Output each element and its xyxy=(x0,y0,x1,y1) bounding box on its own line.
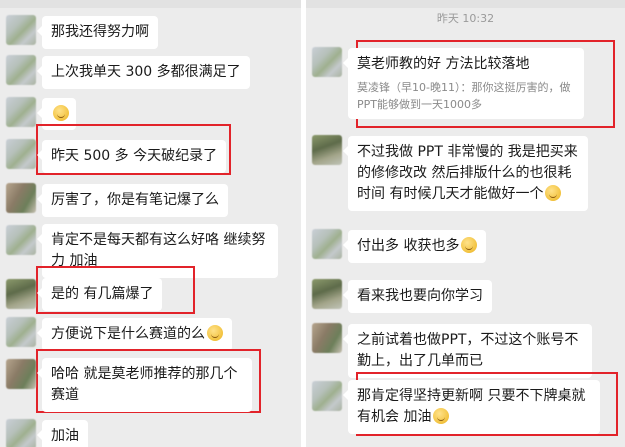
message-bubble[interactable]: 加油 xyxy=(37,420,88,447)
message-bubble[interactable]: 之前试着也做PPT，不过这个账号不勤上，出了几单而已 xyxy=(343,324,592,378)
avatar[interactable] xyxy=(6,225,36,255)
emoji-face-icon xyxy=(207,325,223,341)
quoted-reply: 莫凌锋（早10-晚11）：那你这挺厉害的，做PPT能够做到一天1000多 xyxy=(357,81,571,111)
emoji-face-icon xyxy=(461,237,478,253)
message-text: 那肯定得坚持更新啊 只要不下牌桌就有机会 加油 xyxy=(357,388,586,425)
message-bubble[interactable]: 不过我做 PPT 非常慢的 我是把买来的修修改改 然后排版什么的也很耗时间 有时… xyxy=(343,136,588,211)
message-bubble[interactable]: 付出多 收获也多 xyxy=(342,230,487,263)
message-text: 付出多 收获也多 xyxy=(357,238,460,254)
message-bubble[interactable]: 昨天 500 多 今天破纪录了 xyxy=(36,140,227,173)
emoji-face-icon xyxy=(53,105,69,121)
avatar[interactable] xyxy=(6,419,36,447)
avatar[interactable] xyxy=(6,359,36,389)
top-strip xyxy=(0,0,301,8)
emoji-face-icon xyxy=(433,408,450,424)
message-bubble[interactable]: 看来我也要向你学习 xyxy=(343,280,492,313)
message-text: 方便说下是什么赛道的么 xyxy=(51,326,205,342)
avatar[interactable] xyxy=(6,279,36,309)
avatar[interactable] xyxy=(6,317,36,347)
left-chat-panel: 那我还得努力啊 上次我单天 300 多都很满足了 昨天 500 多 今天破纪录了… xyxy=(0,0,301,447)
avatar[interactable] xyxy=(312,323,342,353)
avatar[interactable] xyxy=(312,381,342,411)
top-strip xyxy=(306,0,625,8)
message-bubble[interactable]: 是的 有几篇爆了 xyxy=(36,278,163,311)
message-text: 莫老师教的好 方法比较落地 xyxy=(357,56,530,72)
message-bubble[interactable]: 上次我单天 300 多都很满足了 xyxy=(37,56,250,89)
message-bubble[interactable]: 莫老师教的好 方法比较落地 莫凌锋（早10-晚11）：那你这挺厉害的，做PPT能… xyxy=(343,48,584,119)
right-chat-panel: 昨天 10:32 莫老师教的好 方法比较落地 莫凌锋（早10-晚11）：那你这挺… xyxy=(306,0,625,447)
message-bubble[interactable]: 方便说下是什么赛道的么 xyxy=(37,318,232,351)
timestamp: 昨天 10:32 xyxy=(436,12,495,25)
avatar[interactable] xyxy=(312,47,342,77)
avatar[interactable] xyxy=(6,183,36,213)
avatar[interactable] xyxy=(312,135,342,165)
avatar[interactable] xyxy=(6,15,36,45)
message-bubble[interactable]: 哈哈 就是莫老师推荐的那几个赛道 xyxy=(37,358,252,412)
message-bubble[interactable]: 那肯定得坚持更新啊 只要不下牌桌就有机会 加油 xyxy=(343,380,600,434)
message-bubble[interactable]: 那我还得努力啊 xyxy=(37,16,158,49)
avatar[interactable] xyxy=(6,55,36,85)
avatar[interactable] xyxy=(312,279,342,309)
avatar[interactable] xyxy=(6,139,36,169)
avatar[interactable] xyxy=(6,97,36,127)
emoji-face-icon xyxy=(545,185,562,201)
message-bubble[interactable]: 厉害了，你是有笔记爆了么 xyxy=(37,184,228,217)
avatar[interactable] xyxy=(312,229,342,259)
